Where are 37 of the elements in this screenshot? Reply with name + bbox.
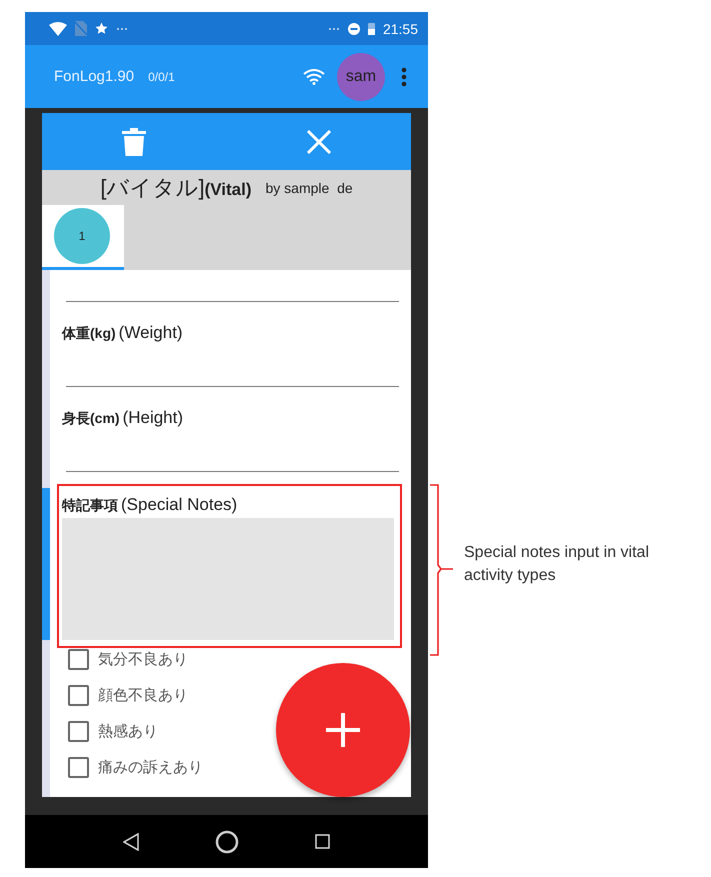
notes-field[interactable]	[62, 518, 394, 640]
close-icon	[306, 130, 331, 154]
checkbox-label: 痛みの訴えあり	[98, 758, 203, 776]
dialog-title: [バイタル](Vital)	[100, 174, 252, 202]
wifi-icon	[303, 68, 325, 84]
do-not-disturb-icon	[348, 22, 360, 34]
delete-button[interactable]	[122, 128, 146, 156]
checkbox[interactable]	[68, 720, 89, 742]
wifi-icon	[49, 22, 67, 36]
clock: 21:55	[382, 20, 418, 36]
app-title: FonLog1.90	[54, 68, 134, 85]
menu-icon[interactable]	[401, 66, 407, 86]
tab-badge: 1	[54, 208, 110, 264]
home-icon[interactable]	[215, 830, 239, 854]
recents-icon[interactable]	[315, 834, 330, 849]
checkbox-label: 顔色不良あり	[98, 686, 188, 704]
annotation-text: Special notes input in vital activity types	[464, 543, 650, 586]
record-counter: 0/0/1	[148, 70, 175, 84]
battery-icon	[368, 22, 375, 35]
checkbox-label: 気分不良あり	[98, 650, 188, 668]
field-label: 特記事項 (Special Notes)	[62, 494, 238, 516]
author-label: by sample de	[265, 180, 353, 196]
field-label: 体重(kg) (Weight)	[62, 322, 184, 344]
checkbox[interactable]	[68, 684, 89, 706]
star-icon	[95, 22, 108, 35]
plus-icon	[326, 713, 360, 747]
checkbox[interactable]	[68, 756, 89, 778]
more-icon	[116, 26, 128, 30]
back-icon[interactable]	[123, 832, 139, 850]
checkbox-label: 熱感あり	[98, 722, 158, 740]
more-icon	[328, 26, 340, 30]
tab[interactable]: 1	[42, 205, 124, 270]
trash-icon	[122, 128, 146, 156]
checkbox[interactable]	[68, 648, 89, 670]
no-sim-icon	[75, 21, 87, 36]
field-label: 身長(cm) (Height)	[62, 407, 184, 429]
close-button[interactable]	[306, 130, 331, 154]
